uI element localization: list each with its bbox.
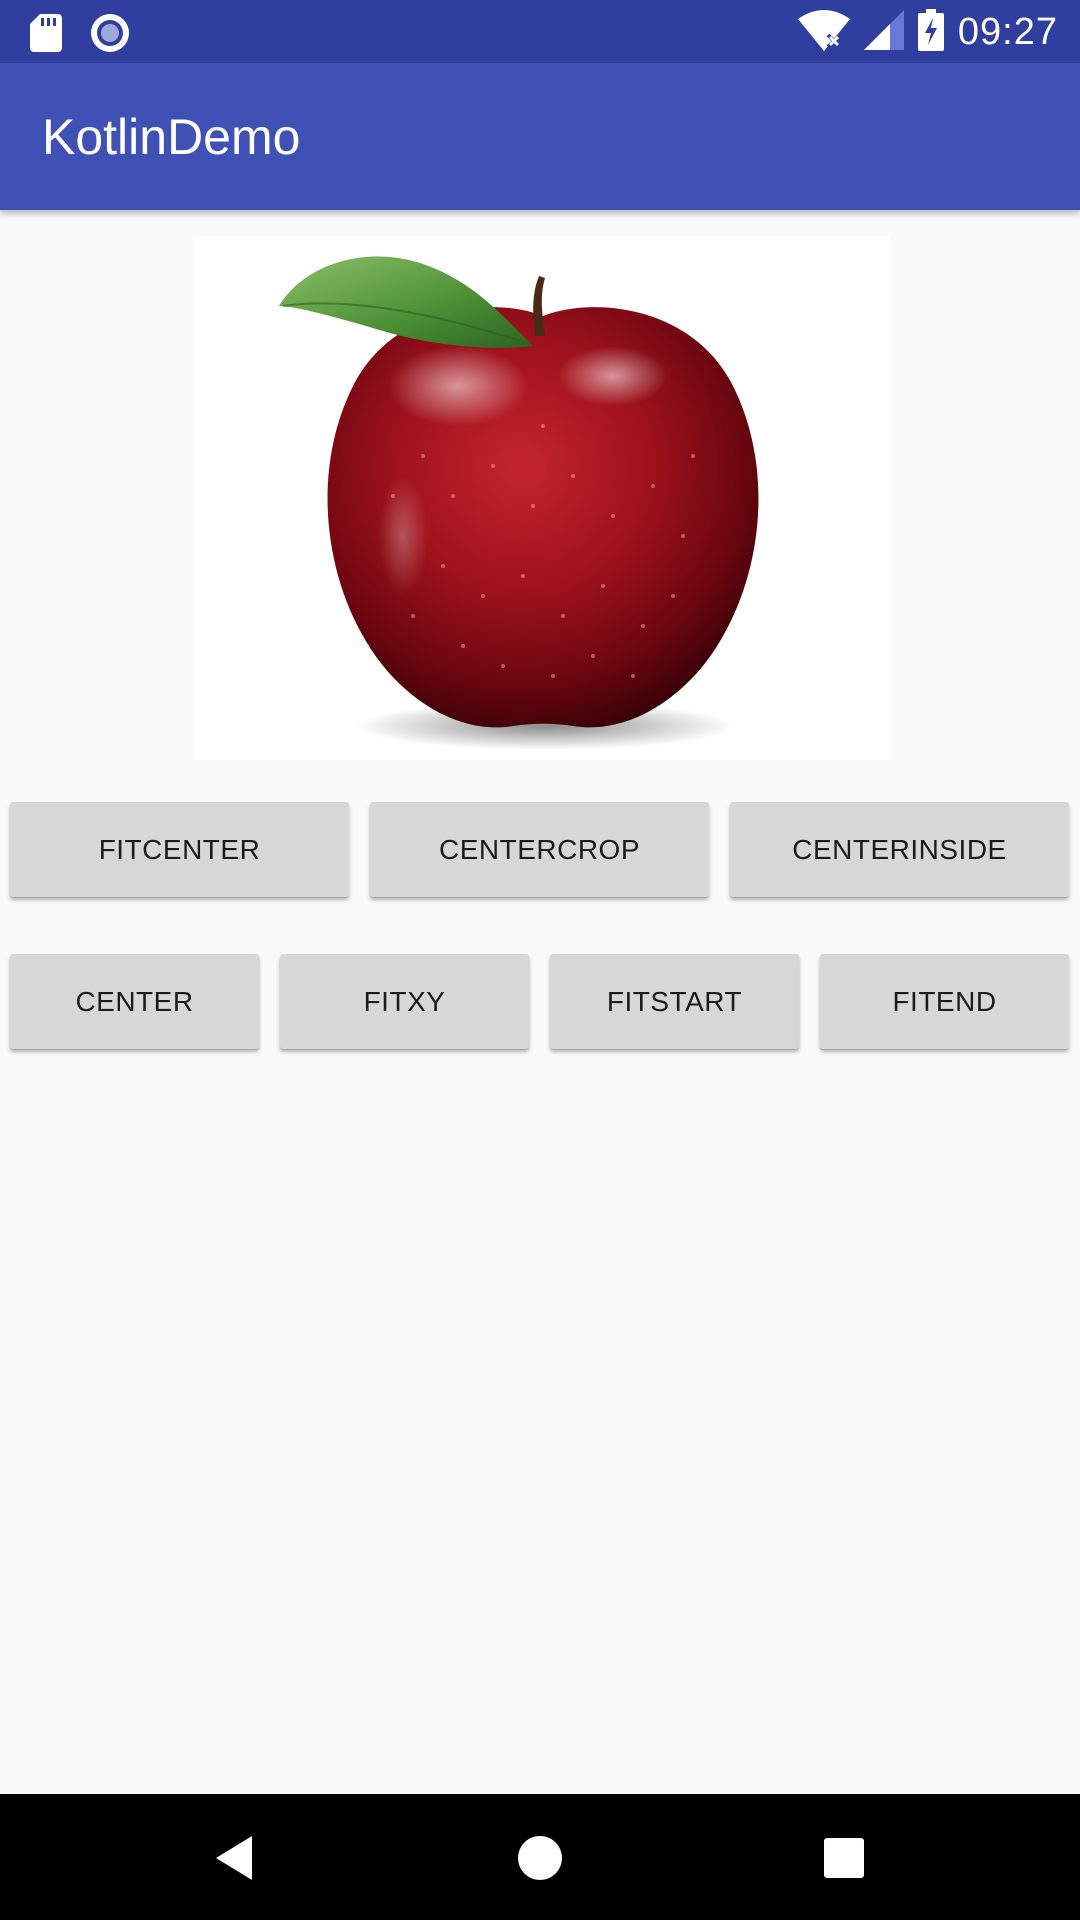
signal-icon — [863, 10, 904, 54]
navigation-bar — [0, 1794, 1080, 1920]
fitstart-button[interactable]: FITSTART — [550, 954, 799, 1049]
sd-card-icon — [30, 14, 62, 56]
app-title: KotlinDemo — [42, 109, 301, 165]
fitxy-button[interactable]: FITXY — [280, 954, 529, 1049]
sync-icon — [90, 13, 130, 57]
back-icon[interactable] — [204, 1826, 268, 1890]
fitcenter-button[interactable]: FITCENTER — [10, 802, 349, 897]
app-bar: KotlinDemo — [0, 63, 1080, 210]
wifi-off-icon — [797, 9, 850, 55]
fitend-button[interactable]: FITEND — [820, 954, 1069, 1049]
home-icon[interactable] — [508, 1826, 572, 1890]
apple-image — [279, 256, 759, 750]
status-right-icons: 09:27 — [797, 8, 1058, 56]
image-view — [193, 236, 890, 760]
centercrop-button[interactable]: CENTERCROP — [370, 802, 709, 897]
battery-charging-icon — [917, 9, 944, 55]
centerinside-button[interactable]: CENTERINSIDE — [730, 802, 1069, 897]
status-left-icons — [30, 13, 130, 57]
center-button[interactable]: CENTER — [10, 954, 259, 1049]
recents-icon[interactable] — [812, 1826, 876, 1890]
status-bar: 09:27 — [0, 0, 1080, 63]
status-time: 09:27 — [957, 11, 1058, 53]
